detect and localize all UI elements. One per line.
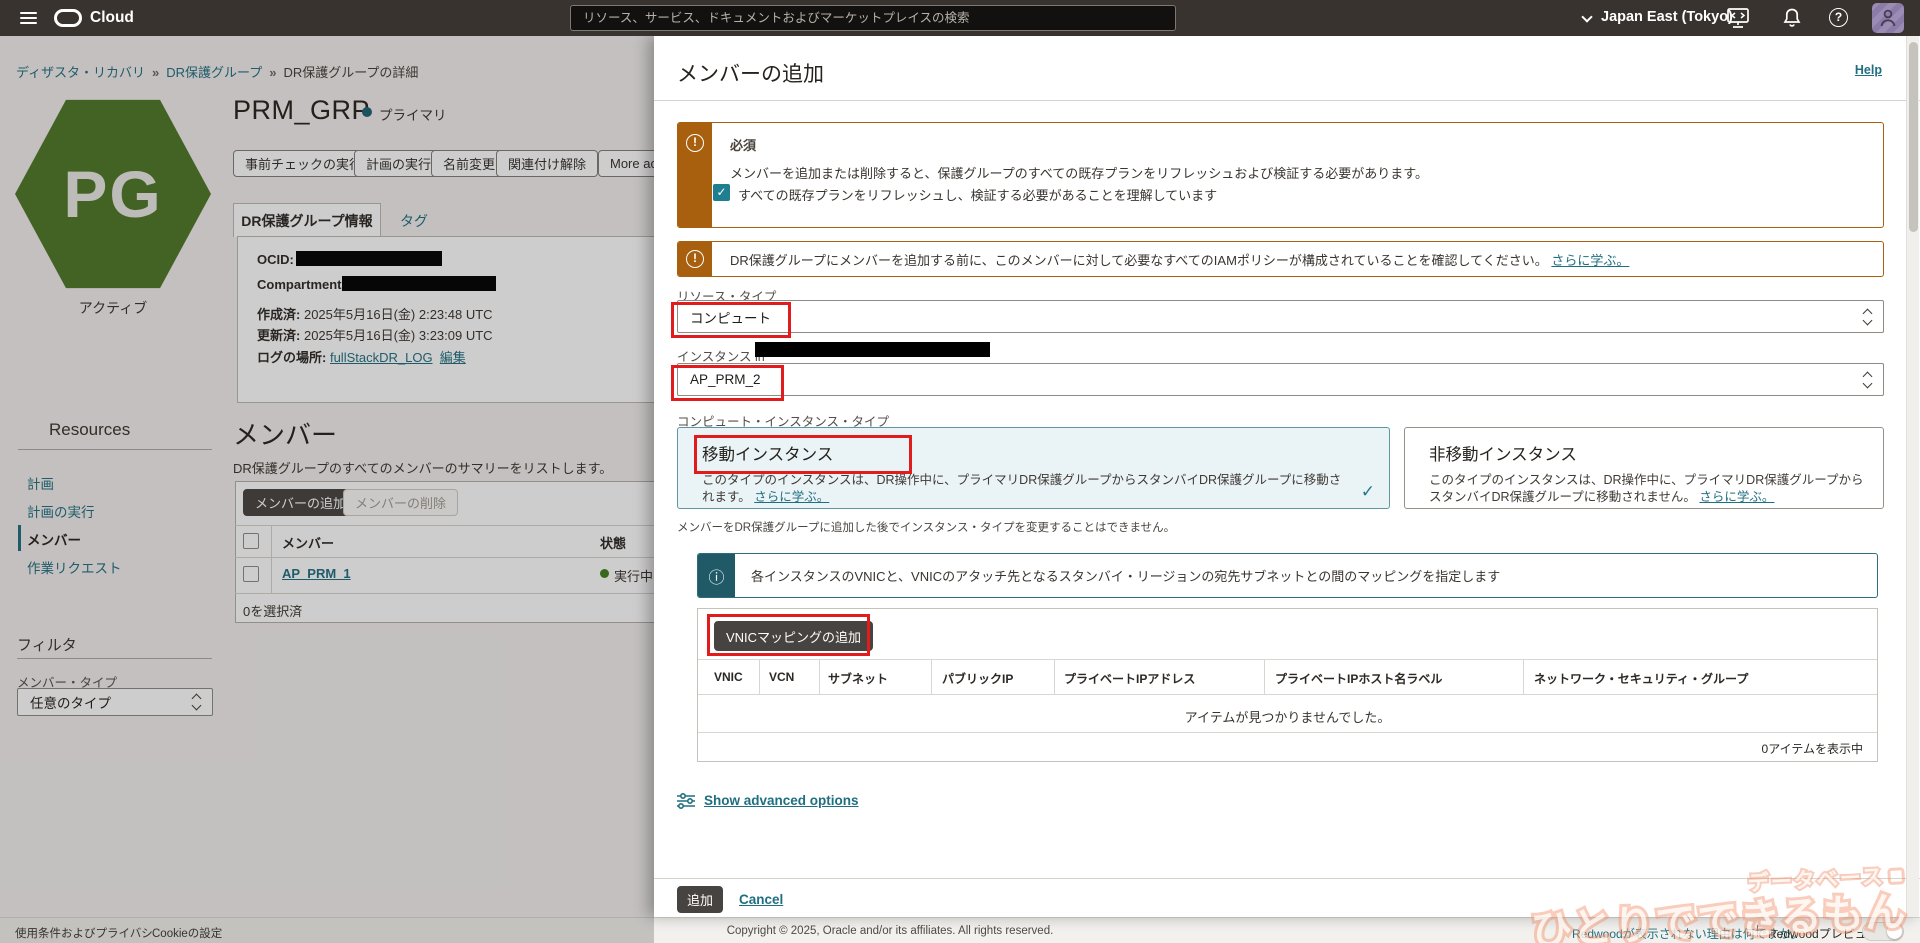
- required-text: メンバーを追加または削除すると、保護グループのすべての既存プランをリフレッシュお…: [730, 163, 1428, 182]
- required-title: 必須: [730, 135, 1428, 154]
- notifications-bell-icon[interactable]: [1780, 7, 1804, 29]
- help-link[interactable]: Help: [1855, 63, 1882, 77]
- person-icon: [1879, 8, 1897, 28]
- hamburger-menu-icon[interactable]: [20, 12, 37, 24]
- acknowledge-label[interactable]: すべての既存プランをリフレッシュし、検証する必要があることを理解しています: [738, 185, 1217, 204]
- acknowledge-checkbox[interactable]: ✓: [713, 184, 730, 201]
- iam-warning-box: ! DR保護グループにメンバーを追加する前に、このメンバーに対して必要なすべての…: [677, 241, 1884, 277]
- column-divider: [1054, 660, 1055, 694]
- panel-header-divider: [654, 100, 1920, 101]
- non-moving-instance-card[interactable]: 非移動インスタンス このタイプのインスタンスは、DR操作中に、プライマリDR保護…: [1404, 427, 1884, 509]
- global-search-input[interactable]: [570, 5, 1176, 31]
- vnic-mapping-container: VNICマッピングの追加 VNIC VCN サブネット パブリックIP プライベ…: [697, 608, 1878, 762]
- warning-bar: !: [678, 242, 712, 276]
- copyright-text: Copyright © 2025, Oracle and/or its affi…: [600, 925, 1180, 937]
- show-advanced-options-link[interactable]: Show advanced options: [704, 793, 859, 808]
- warning-icon: !: [686, 134, 704, 152]
- instance-select[interactable]: AP_PRM_2: [677, 363, 1884, 396]
- vcn-col-header: VCN: [769, 670, 794, 684]
- region-selector[interactable]: Japan East (Tokyo): [1601, 9, 1733, 25]
- help-icon[interactable]: ?: [1829, 8, 1848, 27]
- table-divider: [698, 732, 1877, 733]
- compartment-redacted-value: [755, 342, 990, 357]
- nsg-col-header: ネットワーク・セキュリティ・グループ: [1534, 670, 1748, 687]
- select-chevrons-icon: [1863, 372, 1873, 388]
- iam-text: DR保護グループにメンバーを追加する前に、このメンバーに対して必要なすべてのIA…: [730, 250, 1548, 269]
- moving-instance-card[interactable]: 移動インスタンス このタイプのインスタンスは、DR操作中に、プライマリDR保護グ…: [677, 427, 1390, 509]
- vnic-info-box: ⓘ 各インスタンスのVNICと、VNICのアタッチ先となるスタンバイ・リージョン…: [697, 553, 1878, 598]
- oracle-logo-icon[interactable]: [54, 9, 82, 27]
- footer-separator: |: [1756, 925, 1759, 937]
- items-count: 0アイテムを表示中: [1762, 740, 1863, 757]
- warning-icon: !: [686, 250, 704, 268]
- advanced-options-sliders-icon: [676, 792, 696, 810]
- hostname-label-col-header: プライベートIPホスト名ラベル: [1275, 670, 1442, 687]
- public-ip-col-header: パブリックIP: [942, 670, 1013, 687]
- panel-title: メンバーの追加: [677, 58, 824, 88]
- instance-type-note: メンバーをDR保護グループに追加した後でインスタンス・タイプを変更することはでき…: [677, 519, 1175, 535]
- add-member-panel: メンバーの追加 Help ! 必須 メンバーを追加または削除すると、保護グループ…: [654, 36, 1920, 917]
- moving-learn-more-link[interactable]: さらに学ぶ。: [754, 490, 829, 504]
- cloud-product-label[interactable]: Cloud: [90, 9, 134, 27]
- cloud-shell-icon[interactable]: [1726, 7, 1750, 29]
- non-moving-instance-body: このタイプのインスタンスは、DR操作中に、プライマリDR保護グループからスタンバ…: [1429, 473, 1864, 504]
- warning-bar: !: [678, 123, 712, 227]
- add-vnic-mapping-button[interactable]: VNICマッピングの追加: [714, 621, 873, 651]
- panel-action-bar: 追加 Cancel: [654, 878, 1920, 917]
- modal-scrim[interactable]: [0, 36, 654, 943]
- column-divider: [1523, 660, 1524, 694]
- user-avatar[interactable]: [1872, 3, 1904, 33]
- selected-check-icon: ✓: [1361, 482, 1375, 502]
- resource-type-select[interactable]: コンピュート: [677, 300, 1884, 333]
- chevron-down-icon: [1581, 11, 1592, 22]
- column-divider: [819, 660, 820, 694]
- column-divider: [759, 660, 760, 694]
- panel-scrollbar[interactable]: [1906, 36, 1919, 917]
- toggle-knob: [1887, 924, 1902, 939]
- top-bar: Cloud Japan East (Tokyo) ?: [0, 0, 1920, 36]
- vnic-info-text: 各インスタンスのVNICと、VNICのアタッチ先となるスタンバイ・リージョンの宛…: [735, 554, 1516, 597]
- add-submit-button[interactable]: 追加: [677, 886, 723, 913]
- moving-instance-title: 移動インスタンス: [702, 441, 833, 465]
- info-icon: ⓘ: [698, 554, 735, 597]
- screen: Cloud Japan East (Tokyo) ? ディザスタ・リカバリ»DR…: [0, 0, 1920, 943]
- required-warning-box: ! 必須 メンバーを追加または削除すると、保護グループのすべての既存プランをリフ…: [677, 122, 1884, 228]
- vnic-col-header: VNIC: [714, 670, 743, 684]
- column-divider: [1264, 660, 1265, 694]
- column-divider: [931, 660, 932, 694]
- select-chevrons-icon: [1863, 309, 1873, 325]
- redwood-preview-toggle[interactable]: [1862, 922, 1904, 941]
- subnet-col-header: サブネット: [828, 670, 888, 687]
- cancel-link[interactable]: Cancel: [739, 892, 783, 907]
- non-moving-learn-more-link[interactable]: さらに学ぶ。: [1699, 490, 1774, 504]
- private-ip-col-header: プライベートIPアドレス: [1064, 670, 1195, 687]
- scrollbar-thumb[interactable]: [1909, 42, 1918, 232]
- table-divider: [698, 659, 1877, 660]
- empty-table-message: アイテムが見つかりませんでした。: [698, 694, 1877, 726]
- non-moving-instance-title: 非移動インスタンス: [1429, 441, 1577, 465]
- iam-learn-more-link[interactable]: さらに学ぶ。: [1551, 250, 1629, 269]
